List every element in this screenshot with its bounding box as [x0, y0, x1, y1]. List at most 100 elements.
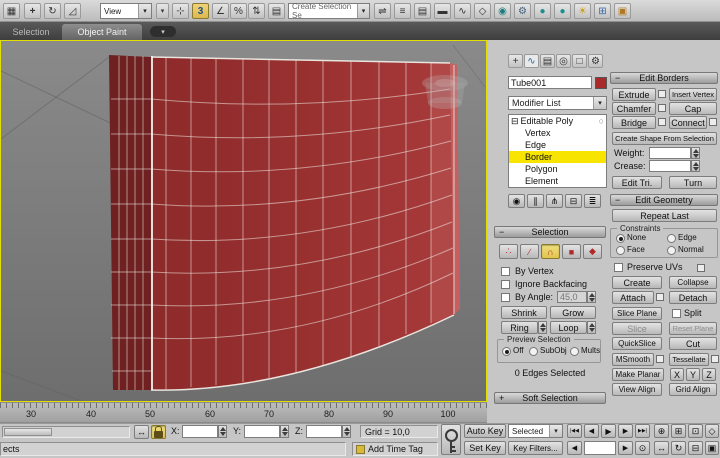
by-angle-spinner[interactable]: [587, 291, 596, 303]
detach-button[interactable]: Detach: [669, 291, 717, 304]
chevron-down-icon[interactable]: ▾: [357, 4, 369, 18]
zoom-icon[interactable]: ⊕: [654, 424, 669, 438]
view-align-button[interactable]: View Align: [612, 383, 662, 396]
auto-key-button[interactable]: Auto Key: [464, 424, 506, 438]
preview-subobj-radio[interactable]: [529, 347, 538, 356]
previous-key-button[interactable]: ◀: [567, 441, 582, 455]
stack-item-border[interactable]: Border: [509, 151, 606, 163]
selection-lock-icon[interactable]: [151, 425, 166, 439]
time-scrollbar[interactable]: [2, 426, 130, 438]
weight-spinner[interactable]: [691, 147, 700, 159]
extrude-settings-icon[interactable]: [658, 90, 666, 98]
render-setup-icon[interactable]: ⚙: [514, 3, 531, 19]
chevron-down-icon[interactable]: ▾: [138, 4, 151, 18]
constraint-face-radio[interactable]: [616, 246, 625, 255]
maximize-viewport-icon[interactable]: ▣: [705, 441, 719, 455]
object-name-field[interactable]: Tube001: [508, 76, 592, 89]
planar-y-button[interactable]: Y: [686, 368, 700, 381]
tessellate-settings-icon[interactable]: [711, 355, 719, 363]
connect-settings-icon[interactable]: [709, 118, 717, 126]
y-field[interactable]: [244, 425, 280, 438]
zoom-region-icon[interactable]: ⊟: [688, 441, 703, 455]
ignore-backfacing-checkbox[interactable]: [501, 280, 510, 289]
next-key-button[interactable]: ▶: [618, 441, 633, 455]
graphite-ribbon-icon[interactable]: ▬: [434, 3, 451, 19]
snaps-toggle-icon[interactable]: 3: [192, 3, 209, 19]
grid-align-button[interactable]: Grid Align: [669, 383, 717, 396]
repeat-last-button[interactable]: Repeat Last: [612, 209, 717, 222]
ring-spinner[interactable]: [538, 321, 547, 334]
border-subobject-icon[interactable]: ∩: [541, 244, 560, 259]
play-button[interactable]: ▶: [601, 424, 616, 438]
attach-button[interactable]: Attach: [612, 291, 654, 304]
bridge-button[interactable]: Bridge: [612, 116, 656, 129]
time-scrollbar-thumb[interactable]: [4, 428, 52, 436]
reference-coordinate-dropdown[interactable]: View ▾: [100, 3, 152, 19]
field-of-view-icon[interactable]: ◇: [705, 424, 719, 438]
insert-vertex-button[interactable]: Insert Vertex: [669, 88, 717, 101]
stack-item-edge[interactable]: Edge: [509, 139, 606, 151]
crease-field[interactable]: [649, 160, 691, 172]
current-frame-field[interactable]: [584, 441, 616, 455]
bridge-settings-icon[interactable]: [658, 118, 666, 126]
attach-settings-icon[interactable]: [656, 293, 664, 301]
x-field[interactable]: [182, 425, 218, 438]
msmooth-button[interactable]: MSmooth: [612, 353, 654, 366]
absolute-mode-icon[interactable]: ↔: [134, 425, 149, 439]
layer-manager-icon[interactable]: ▤: [414, 3, 431, 19]
render-production-icon[interactable]: ●: [554, 3, 571, 19]
expand-minus-icon[interactable]: ⊟: [511, 116, 519, 127]
shrink-button[interactable]: Shrink: [501, 306, 547, 319]
color-clipboard-icon[interactable]: ▣: [614, 3, 631, 19]
reset-plane-button[interactable]: Reset Plane: [669, 322, 717, 335]
z-spinner[interactable]: [342, 425, 351, 438]
constraint-normal-radio[interactable]: [667, 246, 676, 255]
modifier-list-dropdown[interactable]: Modifier List ▾: [508, 96, 607, 110]
tessellate-button[interactable]: Tessellate: [669, 353, 709, 366]
polygon-subobject-icon[interactable]: ■: [562, 244, 581, 259]
grow-button[interactable]: Grow: [550, 306, 596, 319]
ring-button[interactable]: Ring: [501, 321, 538, 334]
z-field[interactable]: [306, 425, 342, 438]
schematic-view-icon[interactable]: ◇: [474, 3, 491, 19]
quickslice-button[interactable]: QuickSlice: [612, 337, 662, 350]
track-bar[interactable]: 30 40 50 60 70 80 90 100: [0, 402, 487, 423]
align-icon[interactable]: ≡: [394, 3, 411, 19]
modify-tab[interactable]: ∿: [524, 54, 539, 68]
tab-selection[interactable]: Selection: [0, 24, 62, 40]
pivot-dropdown-icon[interactable]: ▾: [156, 3, 169, 19]
time-configuration-icon[interactable]: ⊙: [635, 441, 650, 455]
chevron-down-icon[interactable]: ▾: [549, 425, 562, 437]
select-and-move-icon[interactable]: +: [24, 3, 41, 19]
percent-snap-icon[interactable]: %: [230, 3, 247, 19]
perspective-viewport[interactable]: [0, 40, 487, 402]
slice-button[interactable]: Slice: [612, 322, 662, 335]
utilities-tab[interactable]: ⚙: [588, 54, 603, 68]
selection-set-combo[interactable]: Create Selection Se ▾: [288, 3, 370, 19]
add-time-tag[interactable]: Add Time Tag: [352, 442, 438, 456]
collapse-button[interactable]: Collapse: [669, 276, 717, 289]
edge-subobject-icon[interactable]: ∕: [520, 244, 539, 259]
mirror-icon[interactable]: ⇌: [374, 3, 391, 19]
make-planar-button[interactable]: Make Planar: [612, 368, 664, 381]
next-frame-button[interactable]: ▶: [618, 424, 633, 438]
preserve-uvs-settings-icon[interactable]: [697, 264, 705, 272]
tab-object-paint[interactable]: Object Paint: [62, 24, 142, 40]
chamfer-settings-icon[interactable]: [658, 104, 666, 112]
edit-tri-button[interactable]: Edit Tri.: [612, 176, 662, 189]
select-and-manipulate-icon[interactable]: ⊹: [172, 3, 189, 19]
element-subobject-icon[interactable]: ◆: [583, 244, 602, 259]
show-end-result-icon[interactable]: ∥: [527, 194, 544, 208]
chevron-down-icon[interactable]: ▾: [593, 97, 606, 109]
connect-button[interactable]: Connect: [669, 116, 707, 129]
create-button[interactable]: Create: [612, 276, 662, 289]
cap-button[interactable]: Cap: [669, 102, 717, 115]
rendered-frame-icon[interactable]: ●: [534, 3, 551, 19]
preserve-uvs-checkbox[interactable]: [614, 263, 623, 272]
constraint-edge-radio[interactable]: [667, 234, 676, 243]
material-editor-icon[interactable]: ◉: [494, 3, 511, 19]
zoom-all-icon[interactable]: ⊞: [671, 424, 686, 438]
display-tab[interactable]: □: [572, 54, 587, 68]
ribbon-menu-icon[interactable]: ▾: [150, 26, 176, 37]
configure-modifier-sets-icon[interactable]: ≣: [584, 194, 601, 208]
